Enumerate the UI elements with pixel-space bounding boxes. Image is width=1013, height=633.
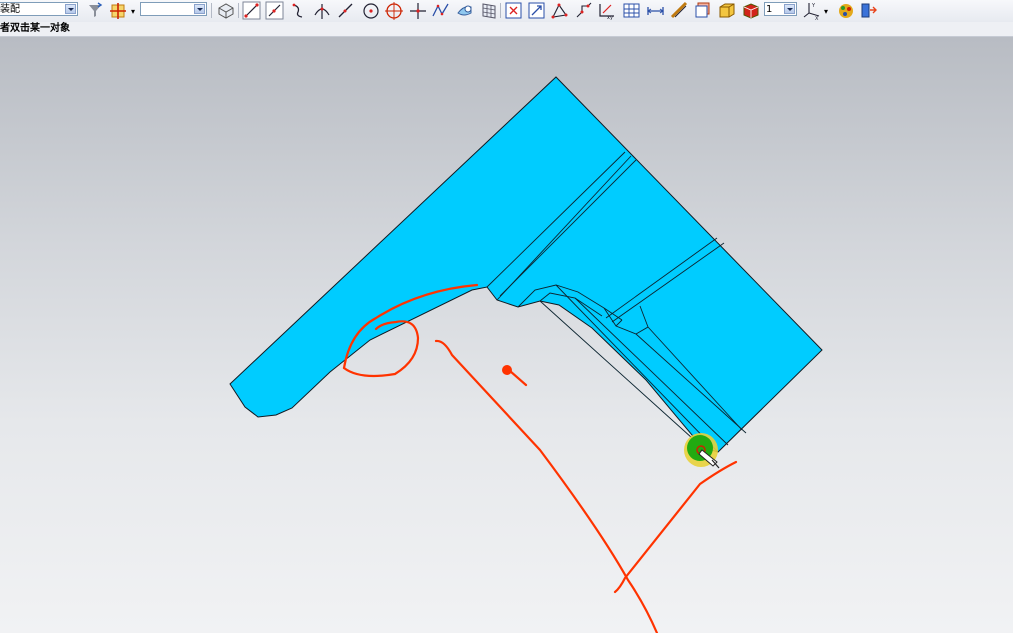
- measure-icon[interactable]: xy: [597, 1, 616, 20]
- table-icon[interactable]: [622, 1, 641, 20]
- circle-center-icon[interactable]: [361, 1, 380, 20]
- csys-dropdown-arrow-icon[interactable]: ▾: [824, 7, 828, 16]
- line-tangent-icon[interactable]: [265, 1, 284, 20]
- status-prompt-bar: 者双击某一对象: [0, 22, 1013, 37]
- snap-dropdown-arrow-icon[interactable]: ▾: [131, 7, 135, 16]
- filter-icon[interactable]: [86, 1, 105, 20]
- arc-icon[interactable]: [289, 1, 308, 20]
- csys-icon[interactable]: YX: [802, 1, 821, 20]
- view-cube-icon[interactable]: [216, 1, 235, 20]
- line-icon[interactable]: [242, 1, 261, 20]
- curve-icon[interactable]: [670, 1, 689, 20]
- analysis-icon[interactable]: [574, 1, 593, 20]
- assembly-dropdown-value: 装配: [0, 4, 20, 15]
- perpendicular-icon[interactable]: [312, 1, 331, 20]
- circle-icon[interactable]: [384, 1, 403, 20]
- model-scene: [229, 76, 823, 633]
- toolbar-separator: [500, 3, 501, 18]
- toolbar-separator: [211, 3, 212, 18]
- filter-dropdown[interactable]: [140, 2, 207, 16]
- layer-dropdown-value: 1: [766, 4, 773, 15]
- fill-icon[interactable]: [455, 1, 474, 20]
- svg-text:xy: xy: [607, 15, 613, 20]
- layers-icon[interactable]: [693, 1, 712, 20]
- shaded-cube-icon[interactable]: [741, 1, 760, 20]
- spline-icon[interactable]: [431, 1, 450, 20]
- graphics-viewport[interactable]: [0, 37, 1013, 633]
- annotation-tick: [508, 369, 528, 387]
- chevron-down-icon[interactable]: [784, 4, 795, 14]
- zoom-region-icon[interactable]: [527, 1, 546, 20]
- grid-icon[interactable]: [479, 1, 498, 20]
- palette-icon[interactable]: [836, 1, 855, 20]
- annotation-dot: [502, 365, 512, 375]
- dimension-icon[interactable]: [550, 1, 569, 20]
- line-diagonal-icon[interactable]: [336, 1, 355, 20]
- main-toolbar: 装配 ▾ xy 1 Y X ▾: [0, 0, 1013, 23]
- cad-part-body[interactable]: [229, 76, 823, 453]
- point-icon[interactable]: [408, 1, 427, 20]
- assembly-dropdown[interactable]: 装配: [0, 2, 78, 16]
- chevron-down-icon[interactable]: [65, 4, 76, 14]
- fit-view-icon[interactable]: [504, 1, 523, 20]
- distance-icon[interactable]: [646, 1, 665, 20]
- svg-text:X: X: [815, 16, 819, 20]
- status-prompt-text: 者双击某一对象: [0, 23, 70, 34]
- box-icon[interactable]: [717, 1, 736, 20]
- svg-text:Y: Y: [811, 3, 816, 9]
- chevron-down-icon[interactable]: [194, 4, 205, 14]
- export-icon[interactable]: [859, 1, 878, 20]
- annotation-long-curve: [434, 339, 659, 633]
- annotation-cross-line: [613, 460, 738, 594]
- snap-point-icon[interactable]: [108, 1, 127, 20]
- layer-dropdown[interactable]: 1: [764, 2, 797, 16]
- toolbar-separator: [238, 3, 239, 18]
